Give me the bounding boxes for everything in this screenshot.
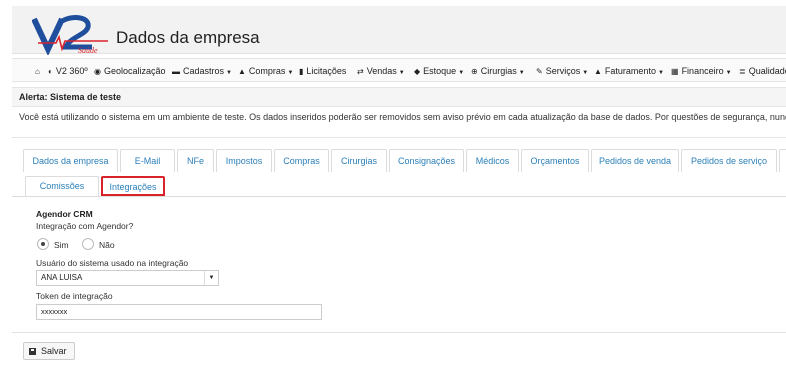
caret-down-icon: ▼ <box>458 70 465 76</box>
nav-home[interactable]: ⌂ <box>35 59 43 81</box>
shop-icon: ▲ <box>238 67 246 76</box>
nav-label: V2 360º <box>55 66 88 76</box>
caret-down-icon: ▼ <box>204 271 218 285</box>
floppy-disk-icon <box>29 348 36 355</box>
user-select-value: ANA LUISA <box>41 273 83 282</box>
user-select[interactable]: ANA LUISA ▼ <box>36 270 219 286</box>
nav-label: Faturamento <box>604 66 656 76</box>
token-label: Token de integração <box>36 291 113 301</box>
tag-icon: ◆ <box>414 67 421 76</box>
target-icon: ◉ <box>94 67 101 76</box>
alert-title: Alerta: Sistema de teste <box>12 87 786 107</box>
tab-comissoes[interactable]: Comissões <box>25 176 99 196</box>
nav-cirurgias[interactable]: ⊕ Cirurgias ▼ <box>471 59 525 81</box>
save-button-label: Salvar <box>41 346 67 356</box>
tab-cirurgias[interactable]: Cirurgias <box>331 149 387 172</box>
alert-text: Você está utilizando o sistema em um amb… <box>19 112 786 122</box>
caret-down-icon: ▼ <box>398 70 405 76</box>
caret-down-icon: ▼ <box>518 70 525 76</box>
tab-compras[interactable]: Compras <box>274 149 329 172</box>
main-navbar: ⌂ ◐ V2 360º ◉ Geolocalização ▬ Cadastros ▼ ▲… <box>12 58 786 82</box>
company-settings-panel: Dados da empresa E-Mail NFe Impostos Com… <box>12 137 786 333</box>
tab-pedidos-de-servico[interactable]: Pedidos de serviço <box>681 149 777 172</box>
nav-financeiro[interactable]: ▦ Financeiro ▼ <box>671 59 732 81</box>
tab-integracoes[interactable]: Integrações <box>101 176 165 196</box>
tab-dados-da-empresa[interactable]: Dados da empresa <box>23 149 118 172</box>
user-label: Usuário do sistema usado na integração <box>36 258 189 268</box>
nav-label: Vendas <box>366 66 397 76</box>
radio-sim[interactable] <box>37 238 49 250</box>
radio-nao[interactable] <box>82 238 94 250</box>
globe-icon: ◐ <box>48 67 53 76</box>
tab-e-mail[interactable]: E-Mail <box>120 149 175 172</box>
caret-down-icon: ▼ <box>657 70 664 76</box>
tab-nfe[interactable]: NFe <box>177 149 214 172</box>
nav-label: Geolocalização <box>103 66 166 76</box>
wrench-icon: ✎ <box>536 67 543 76</box>
tab-pedidos-de-venda[interactable]: Pedidos de venda <box>591 149 679 172</box>
nav-qualidade[interactable]: ≣ Qualidade <box>739 59 786 81</box>
radio-sim-label: Sim <box>54 240 69 250</box>
nav-label: Cirurgias <box>480 66 517 76</box>
nav-label: Licitações <box>306 66 347 76</box>
nav-label: Cadastros <box>183 66 225 76</box>
nav-label: Estoque <box>423 66 457 76</box>
bank-icon: ▲ <box>594 67 602 76</box>
nav-label: Serviços <box>545 66 581 76</box>
page-title: Dados da empresa <box>116 28 260 47</box>
nav-label: Financeiro <box>681 66 724 76</box>
radio-nao-label: Não <box>99 240 115 250</box>
save-button[interactable]: Salvar <box>23 342 75 360</box>
nav-vendas[interactable]: ⇄ Vendas ▼ <box>357 59 405 81</box>
nav-geolocalizacao[interactable]: ◉ Geolocalização <box>94 59 166 81</box>
caret-down-icon: ▼ <box>287 70 294 76</box>
nav-estoque[interactable]: ◆ Estoque ▼ <box>414 59 465 81</box>
nav-label: Compras <box>248 66 286 76</box>
nav-servicos[interactable]: ✎ Serviços ▼ <box>536 59 589 81</box>
token-input[interactable]: xxxxxxx <box>36 304 322 320</box>
tab-impostos[interactable]: Impostos <box>216 149 272 172</box>
truck-icon: ▬ <box>172 67 180 76</box>
v2-logo: Saúde <box>32 15 108 55</box>
tabs-divider <box>12 196 786 197</box>
app-header: Saúde Dados da empresa <box>12 6 786 55</box>
agendor-question-label: Integração com Agendor? <box>36 221 134 231</box>
list-icon: ≣ <box>739 67 746 76</box>
exchange-icon: ⇄ <box>357 67 364 76</box>
section-title-agendor: Agendor CRM <box>36 209 93 219</box>
caret-down-icon: ▼ <box>725 70 732 76</box>
nav-cadastros[interactable]: ▬ Cadastros ▼ <box>172 59 232 81</box>
nav-licitacoes[interactable]: ▮ Licitações <box>299 59 347 81</box>
caret-down-icon: ▼ <box>582 70 589 76</box>
tab-overflow[interactable]: C <box>779 149 786 172</box>
home-icon: ⌂ <box>35 67 40 76</box>
document-icon: ▮ <box>299 67 304 76</box>
nav-faturamento[interactable]: ▲ Faturamento ▼ <box>594 59 664 81</box>
svg-text:Saúde: Saúde <box>78 46 98 55</box>
caret-down-icon: ▼ <box>226 70 232 76</box>
nav-compras[interactable]: ▲ Compras ▼ <box>238 59 294 81</box>
nav-v2-360[interactable]: ◐ V2 360º <box>48 59 88 81</box>
nav-label: Qualidade <box>748 66 786 76</box>
calculator-icon: ▦ <box>671 67 679 76</box>
tab-medicos[interactable]: Médicos <box>466 149 519 172</box>
plus-circle-icon: ⊕ <box>471 67 478 76</box>
tab-consignacoes[interactable]: Consignações <box>389 149 464 172</box>
tab-orcamentos[interactable]: Orçamentos <box>521 149 589 172</box>
